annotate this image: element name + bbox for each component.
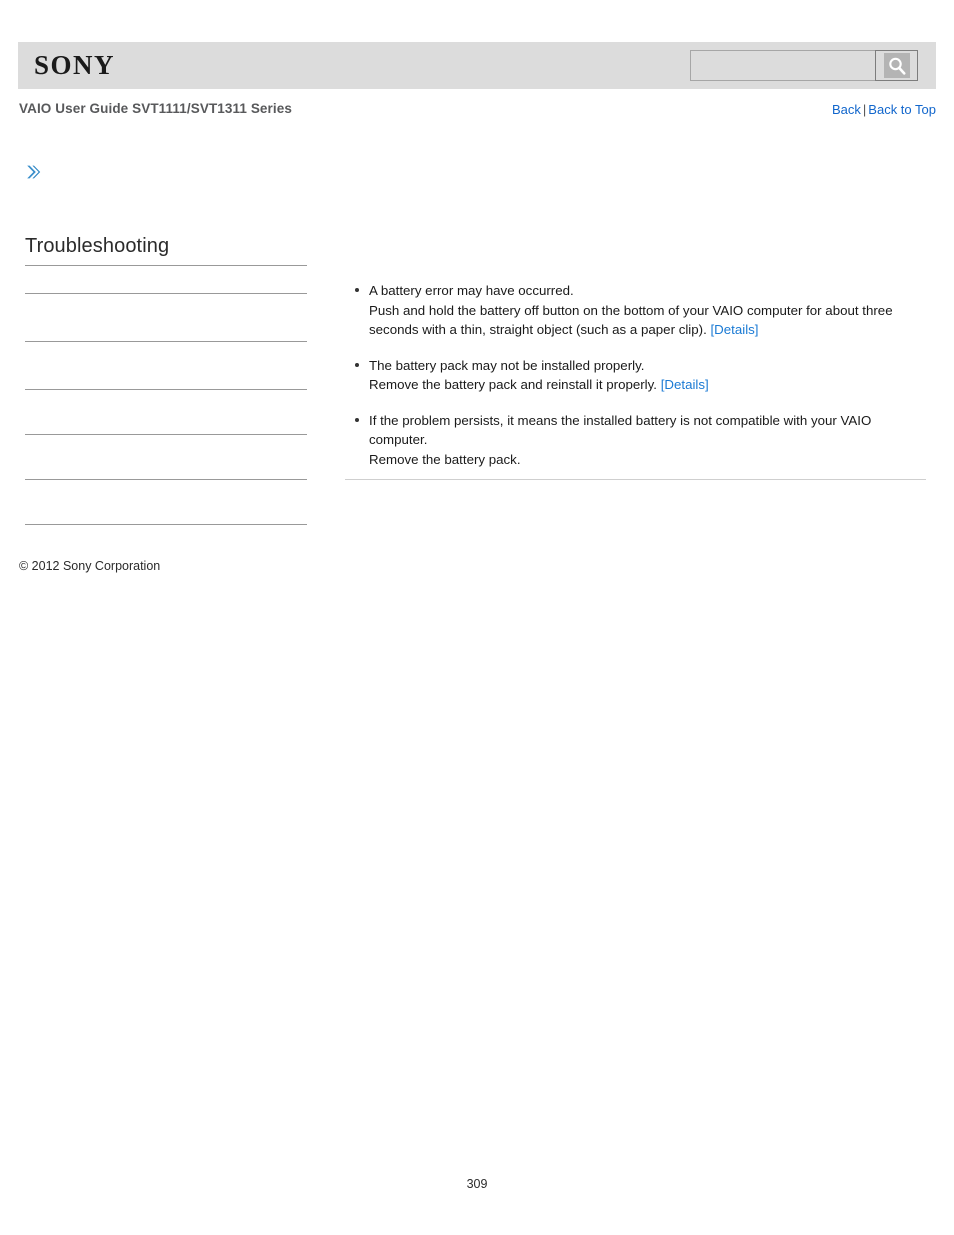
list-item: If the problem persists, it means the in… [345,411,926,470]
details-link[interactable]: [Details] [710,322,758,337]
main-content: A battery error may have occurred. Push … [345,281,926,469]
site-header-band: SONY [18,42,936,89]
search-area [690,50,918,81]
bullet-line: Push and hold the battery off button on … [369,301,926,340]
page-number: 309 [466,1177,488,1191]
bullet-line: A battery error may have occurred. [369,283,574,298]
copyright-notice: © 2012 Sony Corporation [19,559,161,573]
content-bottom-divider [345,479,926,480]
bullet-line: If the problem persists, it means the in… [369,412,872,448]
bullet-line: Remove the battery pack and reinstall it… [369,375,926,395]
bullet-line: The battery pack may not be installed pr… [369,357,645,373]
list-item: The battery pack may not be installed pr… [345,356,926,395]
troubleshooting-bullet-list: A battery error may have occurred. Push … [345,281,926,469]
details-link[interactable]: [Details] [661,377,709,392]
sidebar-item-2[interactable] [25,294,307,342]
sidebar-item-3[interactable] [25,342,307,390]
sidebar-item-4[interactable] [25,390,307,435]
search-icon [883,53,910,78]
page-title: Troubleshooting [25,235,307,267]
guide-title: VAIO User Guide SVT1111/SVT1311 Series [19,101,292,116]
double-chevron-right-icon [24,163,42,181]
sidebar-item-1[interactable] [25,271,307,294]
bullet-line-text: Push and hold the battery off button on … [369,302,893,338]
bullet-point-icon [355,417,359,422]
bullet-point-icon [355,288,359,292]
bullet-point-icon [355,362,359,367]
search-input[interactable] [690,50,875,81]
sidebar-item-6[interactable] [25,480,307,525]
bullet-line-text: Remove the battery pack and reinstall it… [369,377,661,392]
list-item: A battery error may have occurred. Push … [345,281,926,340]
search-button[interactable] [875,50,918,81]
sony-logo: SONY [34,50,116,80]
header-nav-links: Back | Back to Top [832,102,936,117]
back-link[interactable]: Back [832,102,861,117]
sidebar-nav-list [25,271,307,525]
sidebar-item-5[interactable] [25,435,307,480]
back-to-top-link[interactable]: Back to Top [868,102,936,117]
bullet-line: Remove the battery pack. [369,451,521,467]
